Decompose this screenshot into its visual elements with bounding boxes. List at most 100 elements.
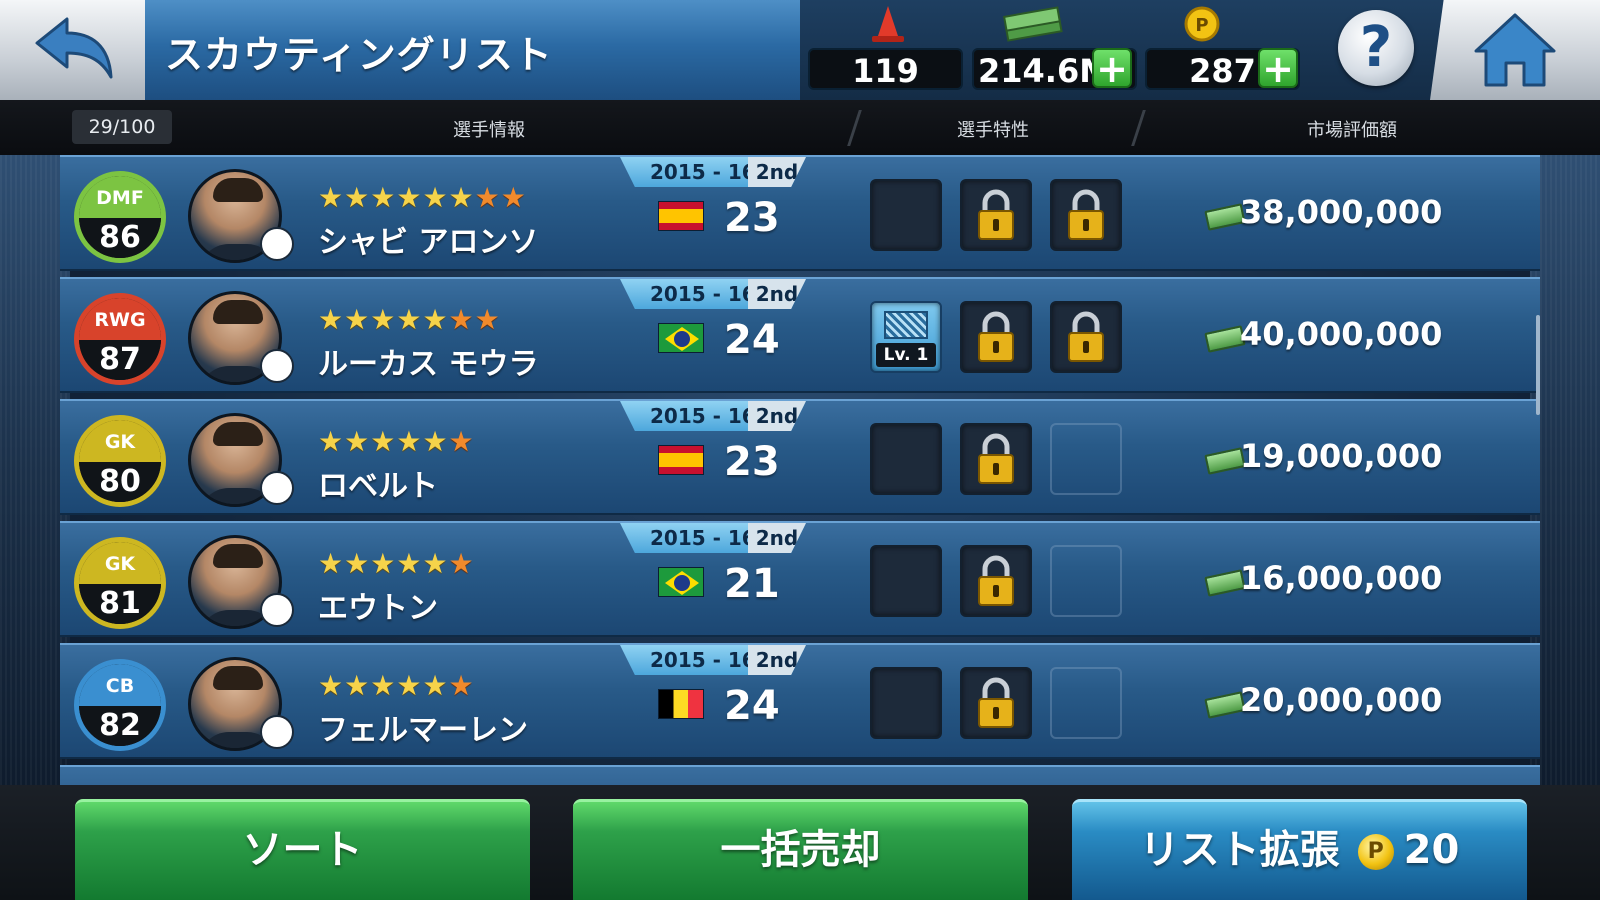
- column-market-value: 市場評価額: [1307, 120, 1397, 141]
- star-icon: ★: [474, 303, 501, 336]
- padlock-icon: [978, 189, 1014, 240]
- star-icon: ★: [318, 303, 345, 336]
- nationality-flag-icon: [658, 445, 704, 475]
- nationality-flag-icon: [658, 567, 704, 597]
- club-emblem-icon: [260, 593, 294, 627]
- coin-icon: P: [1184, 6, 1220, 42]
- position-rating-badge: DMF 86: [74, 171, 166, 263]
- player-name: ロベルト: [318, 469, 438, 504]
- player-age: 21: [724, 561, 780, 607]
- star-icon: ★: [396, 425, 423, 458]
- position-label: GK: [79, 542, 161, 584]
- star-icon: ★: [344, 181, 371, 214]
- padlock-icon: [978, 677, 1014, 728]
- trait-slot-locked[interactable]: [960, 667, 1032, 739]
- star-icon: ★: [318, 547, 345, 580]
- expand-list-button[interactable]: リスト拡張 P 20: [1072, 799, 1527, 900]
- overall-rating: 81: [79, 584, 161, 624]
- avatar-hair: [213, 544, 263, 568]
- player-age: 23: [724, 195, 780, 241]
- plus-icon: +: [1096, 47, 1128, 91]
- trait-slot[interactable]: [870, 423, 942, 495]
- market-value: 20,000,000: [1240, 681, 1443, 719]
- season-label: 2015 - 16: [650, 648, 756, 672]
- player-name: フェルマーレン: [318, 713, 528, 748]
- star-icon: ★: [396, 303, 423, 336]
- trait-slot[interactable]: Lv. 1: [870, 301, 942, 373]
- money-stack-icon: [1002, 6, 1063, 42]
- trait-slot-locked[interactable]: [960, 301, 1032, 373]
- season-half: 2nd: [748, 279, 806, 309]
- star-icon: ★: [500, 181, 527, 214]
- bulk-sell-button[interactable]: 一括売却: [573, 799, 1028, 900]
- market-value: 16,000,000: [1240, 559, 1443, 597]
- star-icon: ★: [344, 425, 371, 458]
- season-tag: 2015 - 16 2nd: [620, 401, 806, 431]
- trait-slot-locked[interactable]: [960, 423, 1032, 495]
- bottom-bar: ソート 一括売却 リスト拡張 P 20: [0, 785, 1600, 900]
- player-row-partial[interactable]: [60, 765, 1540, 785]
- back-button[interactable]: [0, 0, 145, 100]
- star-icon: ★: [448, 669, 475, 702]
- help-button[interactable]: ?: [1338, 10, 1414, 86]
- nationality-flag-icon: [658, 323, 704, 353]
- player-name: エウトン: [318, 591, 438, 626]
- overall-rating: 86: [79, 218, 161, 258]
- season-tag: 2015 - 16 2nd: [620, 279, 806, 309]
- star-rating: ★★★★★★: [318, 425, 475, 458]
- star-rating: ★★★★★★★: [318, 303, 501, 336]
- trait-slot[interactable]: [870, 179, 942, 251]
- nationality-flag-icon: [658, 689, 704, 719]
- position-label: GK: [79, 420, 161, 462]
- add-money-button[interactable]: +: [1092, 48, 1132, 88]
- plus-icon: +: [1262, 47, 1294, 91]
- player-list[interactable]: DMF 86 ★★★★★★★★ シャビ アロンソ 2015 - 16 2nd 2…: [60, 155, 1540, 785]
- nationality-flag-icon: [658, 201, 704, 231]
- trait-slot[interactable]: [870, 667, 942, 739]
- trait-level: Lv. 1: [876, 343, 936, 367]
- home-button[interactable]: [1430, 0, 1600, 100]
- position-label: CB: [79, 664, 161, 706]
- cone-icon: [872, 6, 904, 42]
- star-icon: ★: [448, 547, 475, 580]
- market-value: 40,000,000: [1240, 315, 1443, 353]
- overall-rating: 82: [79, 706, 161, 746]
- sort-button[interactable]: ソート: [75, 799, 530, 900]
- expand-list-label: リスト拡張: [1139, 827, 1340, 873]
- player-row[interactable]: CB 82 ★★★★★★ フェルマーレン 2015 - 16 2nd 24 20…: [60, 643, 1540, 759]
- star-icon: ★: [422, 547, 449, 580]
- trait-slot-locked[interactable]: [1050, 301, 1122, 373]
- padlock-icon: [978, 433, 1014, 484]
- star-icon: ★: [422, 425, 449, 458]
- trait-slot-locked[interactable]: [960, 179, 1032, 251]
- svg-text:P: P: [1195, 15, 1208, 36]
- player-age: 24: [724, 317, 780, 363]
- trait-slot[interactable]: [870, 545, 942, 617]
- player-row[interactable]: DMF 86 ★★★★★★★★ シャビ アロンソ 2015 - 16 2nd 2…: [60, 155, 1540, 271]
- position-rating-badge: RWG 87: [74, 293, 166, 385]
- season-label: 2015 - 16: [650, 282, 756, 306]
- list-count: 29/100: [72, 110, 172, 144]
- player-row[interactable]: GK 81 ★★★★★★ エウトン 2015 - 16 2nd 21 16,00…: [60, 521, 1540, 637]
- season-half: 2nd: [748, 157, 806, 187]
- player-row[interactable]: RWG 87 ★★★★★★★ ルーカス モウラ 2015 - 16 2nd 24…: [60, 277, 1540, 393]
- padlock-icon: [978, 555, 1014, 606]
- market-value: 38,000,000: [1240, 193, 1443, 231]
- season-tag: 2015 - 16 2nd: [620, 523, 806, 553]
- stadium-background-right: [1530, 155, 1600, 795]
- trait-slot-locked[interactable]: [1050, 179, 1122, 251]
- star-icon: ★: [318, 181, 345, 214]
- overall-rating: 87: [79, 340, 161, 380]
- star-rating: ★★★★★★★★: [318, 181, 527, 214]
- player-row[interactable]: GK 80 ★★★★★★ ロベルト 2015 - 16 2nd 23 19,00…: [60, 399, 1540, 515]
- title-panel: スカウティングリスト: [145, 0, 845, 100]
- avatar-hair: [213, 666, 263, 690]
- add-coins-button[interactable]: +: [1258, 48, 1298, 88]
- position-label: RWG: [79, 298, 161, 340]
- padlock-icon: [1068, 189, 1104, 240]
- avatar-hair: [213, 178, 263, 202]
- star-icon: ★: [422, 303, 449, 336]
- scrollbar[interactable]: [1536, 315, 1540, 415]
- trait-slot-locked[interactable]: [960, 545, 1032, 617]
- star-icon: ★: [396, 547, 423, 580]
